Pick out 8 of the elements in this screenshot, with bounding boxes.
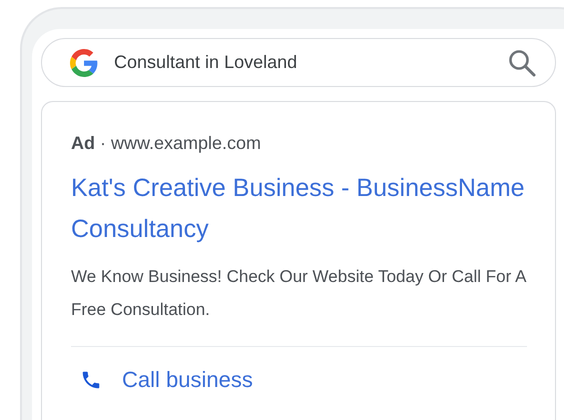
google-g-icon xyxy=(70,48,98,76)
search-query: Consultant in Loveland xyxy=(114,51,298,74)
ad-title-link[interactable]: Kat's Creative Business - BusinessName Consultancy xyxy=(71,168,527,250)
call-business-link[interactable]: Call business xyxy=(80,363,253,396)
ad-label: Ad · www.example.com xyxy=(71,132,262,155)
ad-description: We Know Business! Check Our Website Today Or Call For A Free Consultation. xyxy=(71,266,527,321)
search-field[interactable]: Consultant in Loveland xyxy=(41,38,556,87)
search-icon[interactable] xyxy=(507,48,537,78)
